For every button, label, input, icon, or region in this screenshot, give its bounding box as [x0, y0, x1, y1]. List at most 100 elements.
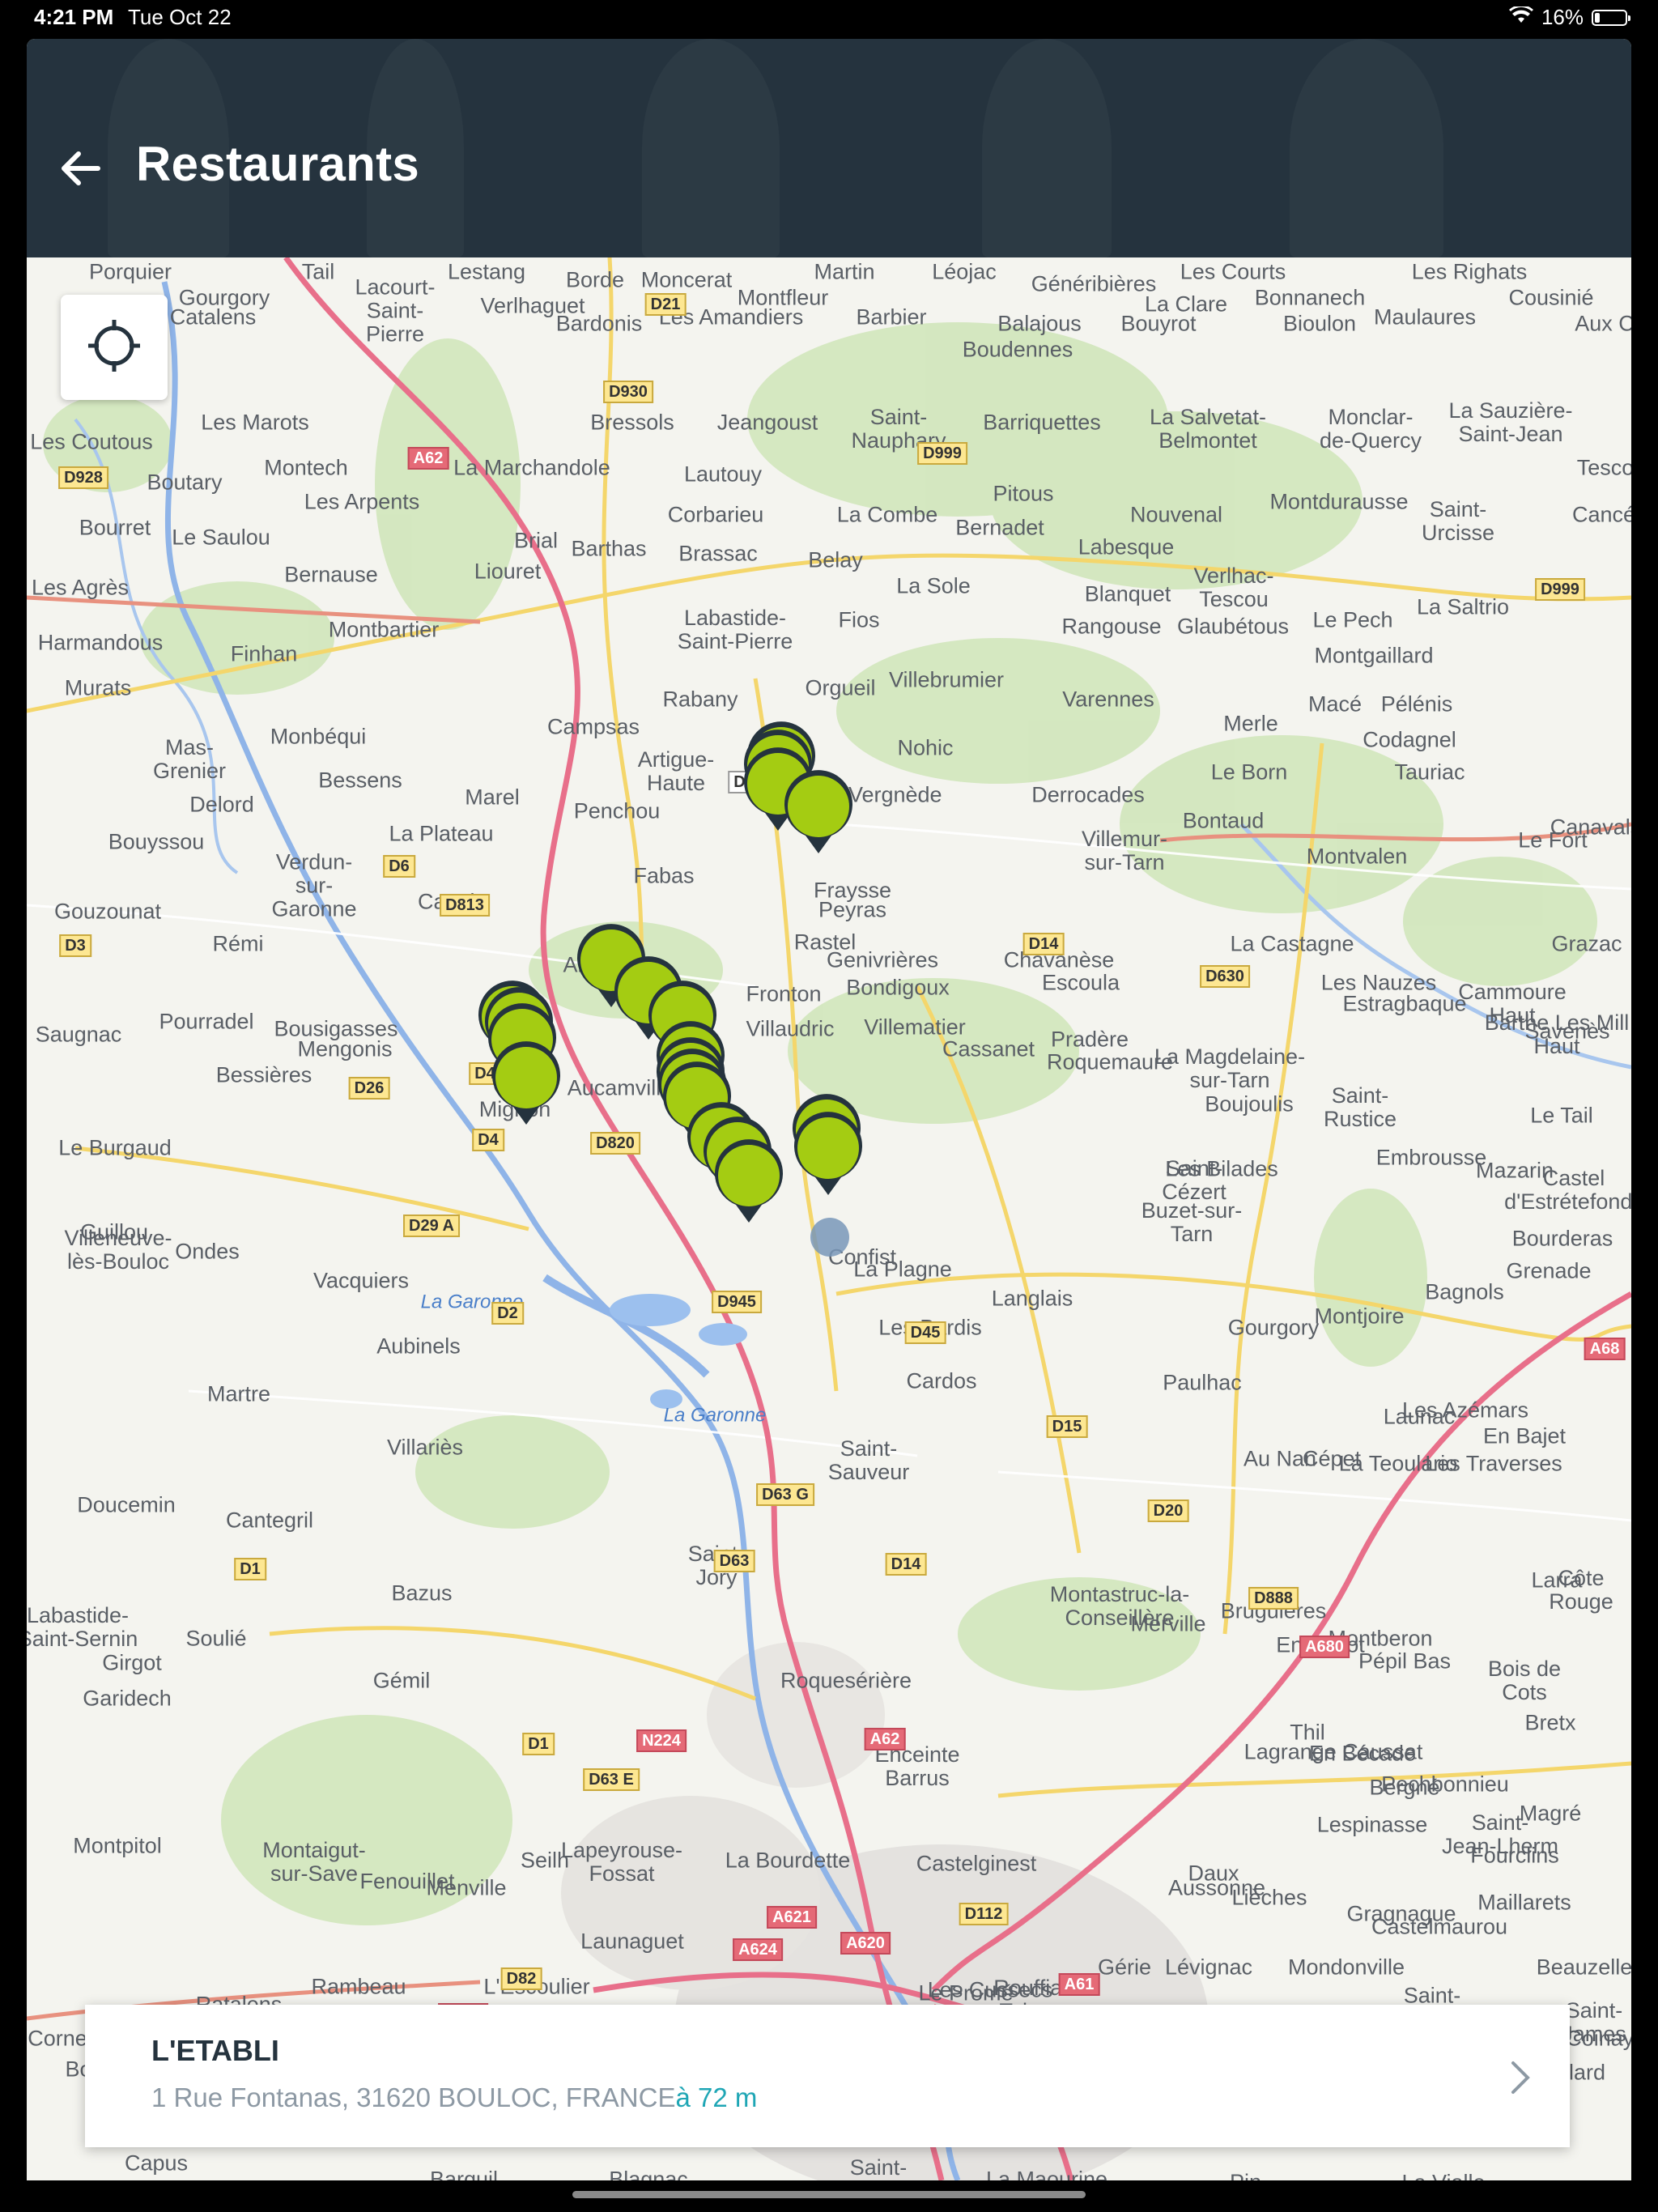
place-label: Bressols: [590, 410, 674, 435]
road-shield: D888: [1248, 1587, 1299, 1610]
place-label: Corbarieu: [667, 502, 764, 527]
place-label: Villematier: [864, 1015, 966, 1040]
restaurant-pin[interactable]: [781, 769, 856, 857]
locate-me-button[interactable]: [61, 295, 168, 400]
place-label: Fabas: [633, 863, 695, 888]
place-label: Labastide- Saint-Sernin: [27, 1603, 138, 1651]
place-label: Villaudric: [746, 1016, 835, 1041]
battery-percent: 16%: [1541, 5, 1584, 29]
place-label: Lièches: [1231, 1885, 1307, 1910]
place-label: Varennes: [1062, 687, 1154, 712]
road-shield: D1: [234, 1558, 266, 1580]
place-label: Glaubétous: [1176, 614, 1290, 639]
place-label: Savenès: [1524, 1019, 1610, 1044]
place-label: Capus: [124, 2150, 189, 2176]
place-label: Le Fort: [1518, 827, 1588, 853]
road-shield: D14: [1022, 933, 1065, 955]
place-label: Merle: [1223, 711, 1278, 736]
road-shield: D1: [522, 1733, 555, 1755]
map-view[interactable]: Porquier Tail Lestang Borde Moncerat Martin Lé…: [27, 257, 1631, 2180]
place-label: La Saltrio: [1416, 594, 1510, 619]
place-label: Les Righats: [1411, 259, 1528, 284]
restaurant-distance: à 72 m: [675, 2082, 758, 2112]
place-label: Rabany: [662, 687, 738, 712]
place-label: Soulié: [185, 1626, 247, 1651]
place-label: Thil: [1290, 1720, 1325, 1745]
status-time: 4:21 PM: [34, 5, 114, 29]
place-label: Labastide- Saint-Pierre: [677, 606, 793, 653]
place-label: Gérie: [1097, 1955, 1152, 1980]
road-shield: D63 E: [583, 1768, 640, 1791]
place-label: Pin-Balma: [1218, 2171, 1281, 2181]
place-label: Orgueil: [805, 675, 876, 700]
place-label: Montvalen: [1306, 844, 1408, 869]
place-label: Coinays: [1566, 2026, 1631, 2051]
place-label: Saint- Urcisse: [1421, 497, 1495, 545]
place-label: Gourgory: [1227, 1315, 1320, 1340]
place-label: Castelmaurou: [1371, 1914, 1508, 1939]
place-label: Bois de Cots: [1487, 1657, 1562, 1704]
place-label: Bouyssou: [108, 829, 205, 854]
place-label: La Sauzière- Saint-Jean: [1448, 398, 1573, 446]
map-pin-icon: [492, 1041, 560, 1125]
place-label: Bretx: [1524, 1710, 1576, 1735]
place-label: Castelginest: [916, 1851, 1037, 1876]
place-label: Cousinié: [1508, 285, 1594, 310]
restaurant-pin[interactable]: [712, 1138, 786, 1226]
place-label: Belay: [808, 547, 863, 572]
place-label: Borde: [565, 267, 625, 292]
road-shield: D928: [58, 466, 108, 489]
place-label: Lacourt- Saint- Pierre: [355, 274, 436, 347]
map-pin-icon: [794, 1112, 862, 1195]
place-label: Maillarets: [1477, 1890, 1571, 1915]
road-shield: D6: [383, 855, 415, 878]
place-label: Girgot: [102, 1650, 162, 1675]
place-label: Roquesérière: [780, 1668, 912, 1693]
arrow-left-icon: [57, 146, 103, 195]
place-label: Lautouy: [683, 462, 763, 487]
place-label: Tauriac: [1394, 759, 1465, 785]
app-window: Restaurants Porquier Tail Lestang Borde …: [27, 39, 1631, 2180]
place-label: Murats: [64, 675, 132, 700]
home-indicator[interactable]: [572, 2191, 1086, 2198]
place-label: Bouyrot: [1120, 311, 1197, 336]
place-label: Verdun-sur- Garonne: [271, 849, 357, 921]
road-shield: A620: [840, 1932, 891, 1955]
status-date: Tue Oct 22: [128, 5, 232, 29]
road-shield: D999: [1535, 578, 1585, 601]
restaurant-card[interactable]: L'ETABLI 1 Rue Fontanas, 31620 BOULOC, F…: [85, 2005, 1570, 2147]
back-button[interactable]: [54, 144, 106, 196]
road-shield: A62: [407, 447, 449, 470]
road-shield: D63: [713, 1550, 755, 1572]
place-label: Fourclins: [1470, 1843, 1559, 1868]
road-shield: D813: [440, 894, 490, 917]
place-label: Villariès: [386, 1435, 464, 1460]
place-label: Harmandous: [37, 630, 164, 655]
chevron-right-icon: [1505, 2053, 1537, 2102]
place-label: Ondes: [175, 1239, 240, 1264]
place-label: Rangouse: [1061, 614, 1162, 639]
place-label: Beauzelle: [1536, 1955, 1631, 1980]
restaurant-pin[interactable]: [489, 1040, 563, 1128]
place-label: En Bajet: [1482, 1423, 1567, 1448]
place-label: Villeneuve-lès-Bouloc: [64, 1226, 172, 1274]
place-label: Roquemaure: [1046, 1049, 1174, 1074]
restaurant-pin[interactable]: [791, 1111, 865, 1198]
place-label: Bardonis: [555, 311, 643, 336]
place-label: Codagnel: [1363, 727, 1456, 752]
status-bar: 4:21 PM Tue Oct 22 16%: [0, 0, 1658, 36]
place-label: Les Traverses: [1425, 1451, 1562, 1476]
place-label: Balajous: [997, 311, 1082, 336]
place-label: Lestang: [447, 259, 526, 284]
place-label: Le Born: [1210, 759, 1288, 785]
place-label: Fronton: [746, 981, 822, 1006]
place-label: Les Cussecs: [927, 1977, 1053, 2002]
place-label: Cassanet: [942, 1036, 1035, 1061]
place-label: Liouret: [474, 559, 542, 584]
place-label: La Sole: [896, 573, 971, 598]
place-label: La Vialle: [1401, 2171, 1485, 2180]
place-label: Montbartier: [328, 617, 440, 642]
place-label: Bioulon: [1282, 311, 1357, 336]
place-label: Cantegril: [225, 1508, 314, 1533]
place-label: Fenouillet: [359, 1869, 455, 1894]
